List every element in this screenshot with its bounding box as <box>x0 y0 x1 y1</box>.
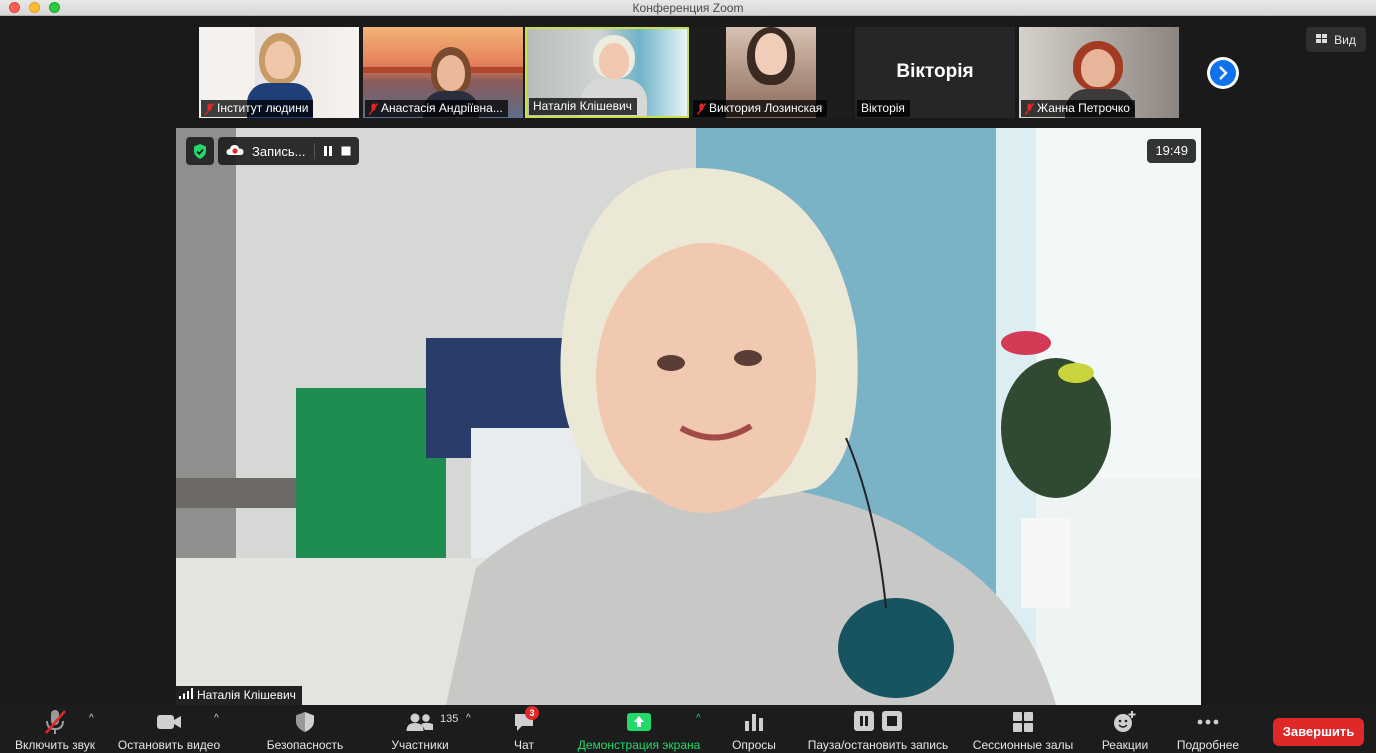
muted-mic-icon <box>697 102 706 115</box>
participants-button[interactable]: 135 Участники <box>380 705 460 753</box>
security-button[interactable]: Безопасность <box>258 705 352 753</box>
bar-chart-icon <box>744 708 764 736</box>
reactions-button[interactable]: Реакции <box>1096 705 1154 753</box>
participants-icon: 135 <box>406 708 458 736</box>
participants-count: 135 <box>440 713 459 725</box>
encryption-shield-icon <box>186 137 214 165</box>
stop-video-button[interactable]: Остановить видео <box>113 705 225 753</box>
pause-stop-icons <box>854 708 902 736</box>
muted-mic-icon <box>1025 102 1034 115</box>
chevron-right-icon <box>1210 60 1236 86</box>
participants-options-chevron-icon[interactable]: ^ <box>466 713 471 724</box>
share-options-chevron-icon[interactable]: ^ <box>696 713 701 724</box>
pause-stop-recording-button[interactable]: Пауза/остановить запись <box>800 705 956 753</box>
participant-avatar-name: Вікторія <box>896 61 974 82</box>
pause-recording-button[interactable] <box>323 144 333 159</box>
view-button[interactable]: Вид <box>1306 27 1366 52</box>
title-bar: Конференция Zoom <box>0 0 1376 16</box>
signal-strength-icon <box>179 686 193 705</box>
divider <box>313 143 315 159</box>
stop-icon <box>882 710 902 734</box>
chat-button[interactable]: 3 Чат <box>500 705 548 753</box>
chat-unread-badge: 3 <box>525 706 539 720</box>
share-screen-button[interactable]: Демонстрация экрана <box>568 705 710 753</box>
meeting-clock: 19:49 <box>1147 139 1196 163</box>
video-camera-icon <box>156 708 182 736</box>
chat-bubble-icon: 3 <box>513 706 539 736</box>
participant-tile[interactable]: Вікторія Вікторія <box>855 27 1015 118</box>
participant-name-tag: Наталія Клішевич <box>529 98 637 115</box>
polls-button[interactable]: Опросы <box>727 705 781 753</box>
pause-icon <box>854 710 874 734</box>
share-screen-arrow-icon <box>627 708 651 736</box>
more-dots-icon <box>1197 708 1219 736</box>
window-title: Конференция Zoom <box>632 1 744 15</box>
video-options-chevron-icon[interactable]: ^ <box>214 713 219 724</box>
breakout-rooms-icon <box>1013 708 1033 736</box>
audio-options-chevron-icon[interactable]: ^ <box>89 713 94 724</box>
main-speaker-video: Запись... 19:49 Наталія Клішевич <box>176 128 1201 705</box>
recording-bar: Запись... <box>186 137 359 165</box>
cloud-recording-indicator[interactable]: Запись... <box>218 137 359 165</box>
more-button[interactable]: Подробнее <box>1168 705 1248 753</box>
participant-tile[interactable]: Анастасія Андріївна... <box>363 27 523 118</box>
participant-tile[interactable]: Інститут людини <box>199 27 359 118</box>
grid-view-icon <box>1316 33 1328 47</box>
muted-mic-icon <box>43 708 67 736</box>
muted-mic-icon <box>205 102 214 115</box>
participant-name-tag: Анастасія Андріївна... <box>365 100 508 117</box>
speaker-video-frame <box>176 128 1201 705</box>
end-meeting-button[interactable]: Завершить <box>1273 718 1364 746</box>
zoom-window: Конференция Zoom Інститут людини Анастас… <box>0 0 1376 753</box>
smiley-plus-icon <box>1114 708 1136 736</box>
participant-tile[interactable]: Жанна Петрочко <box>1019 27 1179 118</box>
unmute-button[interactable]: Включить звук <box>10 705 100 753</box>
cloud-record-icon <box>226 144 244 159</box>
participant-name-tag: Виктория Лозинская <box>693 100 828 117</box>
participant-tile[interactable]: Виктория Лозинская <box>691 27 851 118</box>
breakout-rooms-button[interactable]: Сессионные залы <box>966 705 1080 753</box>
stop-recording-button[interactable] <box>341 144 351 159</box>
participant-name-tag: Інститут людини <box>201 100 314 117</box>
shield-icon <box>295 708 315 736</box>
participant-name-tag: Вікторія <box>857 100 910 117</box>
muted-mic-icon <box>369 102 378 115</box>
participant-name-tag: Жанна Петрочко <box>1021 100 1135 117</box>
next-page-button[interactable] <box>1207 57 1239 89</box>
speaker-name-tag: Наталія Клішевич <box>176 686 302 705</box>
meeting-toolbar: Включить звук ^ Остановить видео ^ Безоп… <box>0 705 1376 753</box>
participant-tile-active[interactable]: Наталія Клішевич <box>525 27 689 118</box>
